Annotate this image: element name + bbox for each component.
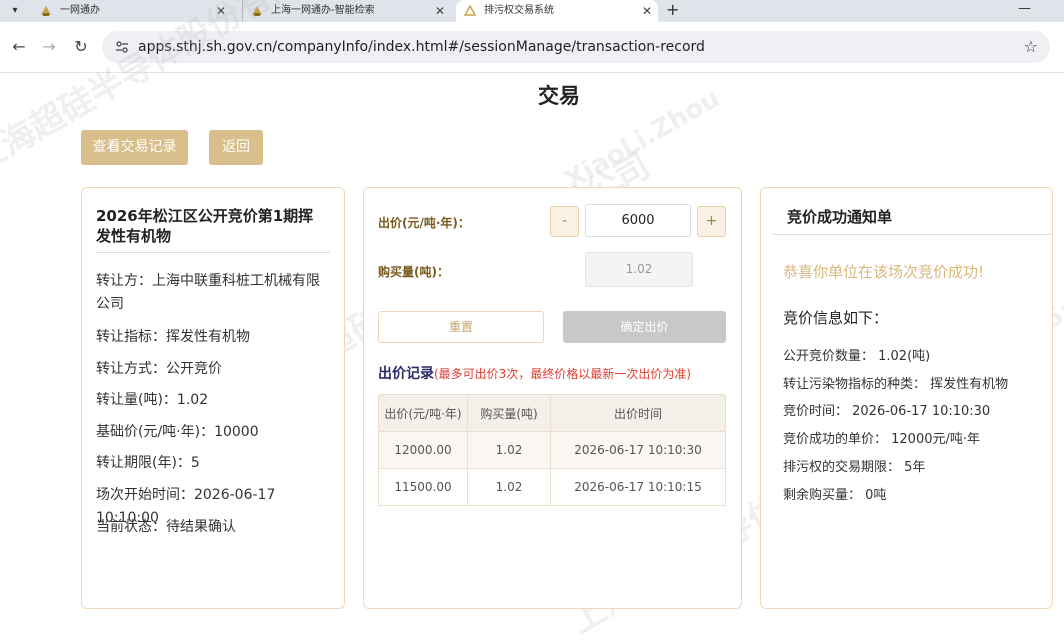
lot-info-row: 基础价(元/吨·年)：10000: [96, 424, 259, 440]
site-favicon-icon: [41, 6, 51, 16]
address-bar: ← → ↻ apps.sthj.sh.gov.cn/companyInfo/in…: [0, 22, 1064, 73]
lot-info-row: 转让指标：挥发性有机物: [96, 329, 250, 345]
notice-info-row: 公开竞价数量： 1.02(吨): [783, 349, 931, 364]
bid-time-cell: 2026-06-17 10:10:30: [550, 431, 726, 469]
price-input[interactable]: 6000: [585, 204, 691, 237]
back-button[interactable]: 返回: [209, 130, 263, 165]
bid-record-title: 出价记录: [378, 366, 434, 382]
reset-button[interactable]: 重置: [378, 311, 544, 343]
bid-record-heading: 出价记录(最多可出价3次，最终价格以最新一次出价为准): [378, 363, 691, 383]
bid-record-note: (最多可出价3次，最终价格以最新一次出价为准): [434, 367, 691, 381]
lot-info-row: 当前状态：待结果确认: [96, 519, 236, 535]
site-favicon-icon: [252, 6, 262, 16]
lot-info-row: 转让量(吨)：1.02: [96, 392, 209, 408]
congrats-message: 恭喜你单位在该场次竞价成功!: [783, 263, 985, 281]
notice-title: 竞价成功通知单: [787, 208, 893, 226]
lot-info-card: 2026年松江区公开竞价第1期挥发性有机物 转让方：上海中联重科桩工机械有限公司…: [81, 187, 345, 609]
notice-info-row: 转让污染物指标的种类： 挥发性有机物: [783, 377, 1009, 392]
notice-subtitle: 竞价信息如下：: [783, 309, 889, 327]
bid-quantity-cell: 1.02: [467, 431, 551, 469]
divider: [96, 252, 330, 253]
bid-time-cell: 2026-06-17 10:10:15: [550, 468, 726, 506]
quantity-input[interactable]: 1.02: [585, 252, 693, 287]
browser-tab-trading-system[interactable]: 排污权交易系统 ✕: [456, 0, 658, 22]
url-bar[interactable]: apps.sthj.sh.gov.cn/companyInfo/index.ht…: [102, 31, 1050, 63]
divider: [773, 234, 1051, 235]
tab-title: 上海一网通办-智能检索: [271, 5, 375, 16]
lot-info-row: 转让方式：公开竞价: [96, 361, 222, 377]
price-decrease-button[interactable]: -: [550, 206, 579, 237]
lot-title: 2026年松江区公开竞价第1期挥发性有机物: [96, 207, 314, 245]
bid-price-cell: 12000.00: [378, 431, 468, 469]
tab-title: 排污权交易系统: [484, 5, 554, 16]
notice-info-row: 排污权的交易期限： 5年: [783, 460, 926, 475]
bid-card: 出价(元/吨·年)： - 6000 + 购买量(吨)： 1.02 重置 确定出价…: [363, 187, 742, 609]
table-row: 12000.00 1.02 2026-06-17 10:10:30: [378, 431, 726, 469]
close-icon[interactable]: ✕: [435, 0, 445, 22]
notice-info-row: 竞价成功的单价： 12000元/吨·年: [783, 432, 980, 447]
page-title: 交易: [538, 84, 580, 108]
view-records-button[interactable]: 查看交易记录: [81, 130, 188, 165]
lot-info-row: 转让期限(年)：5: [96, 455, 200, 471]
bookmark-star-icon[interactable]: ☆: [1024, 31, 1038, 63]
bid-quantity-cell: 1.02: [467, 468, 551, 506]
reload-icon[interactable]: ↻: [68, 34, 94, 60]
column-header: 出价时间: [550, 394, 726, 432]
table-header-row: 出价(元/吨·年) 购买量(吨) 出价时间: [378, 394, 726, 432]
bid-record-table: 出价(元/吨·年) 购买量(吨) 出价时间 12000.00 1.02 2026…: [378, 394, 726, 506]
new-tab-icon[interactable]: +: [666, 0, 679, 22]
site-info-icon[interactable]: [114, 39, 130, 55]
notice-info-row: 竞价时间： 2026-06-17 10:10:30: [783, 404, 991, 419]
table-row: 11500.00 1.02 2026-06-17 10:10:15: [378, 468, 726, 506]
tab-dropdown-icon[interactable]: ▾: [4, 2, 26, 20]
browser-tab-search[interactable]: 上海一网通办-智能检索 ✕: [242, 0, 451, 22]
column-header: 出价(元/吨·年): [378, 394, 468, 432]
loading-favicon-icon: [464, 5, 476, 16]
confirm-bid-button[interactable]: 确定出价: [563, 311, 726, 343]
close-icon[interactable]: ✕: [642, 0, 652, 22]
quantity-label: 购买量(吨)：: [378, 265, 449, 279]
price-increase-button[interactable]: +: [697, 206, 726, 237]
browser-tab-bar: ▾ 一网通办 ✕ 上海一网通办-智能检索 ✕ 排污权交易系统 ✕ + —: [0, 0, 1064, 22]
forward-icon[interactable]: →: [36, 34, 62, 60]
lot-info-row: 转让方：上海中联重科桩工机械有限公司: [96, 273, 320, 312]
column-header: 购买量(吨): [467, 394, 551, 432]
close-icon[interactable]: ✕: [216, 0, 226, 22]
minimize-icon[interactable]: —: [1018, 0, 1031, 18]
browser-tab-yiwangtongban[interactable]: 一网通办 ✕: [32, 0, 232, 22]
tab-title: 一网通办: [60, 5, 100, 16]
notice-info-row: 剩余购买量： 0吨: [783, 488, 887, 503]
bid-price-cell: 11500.00: [378, 468, 468, 506]
success-notice-card: 竞价成功通知单 恭喜你单位在该场次竞价成功! 竞价信息如下： 公开竞价数量： 1…: [760, 187, 1053, 609]
back-icon[interactable]: ←: [6, 34, 32, 60]
url-text: apps.sthj.sh.gov.cn/companyInfo/index.ht…: [138, 39, 705, 55]
price-label: 出价(元/吨·年)：: [378, 216, 470, 230]
